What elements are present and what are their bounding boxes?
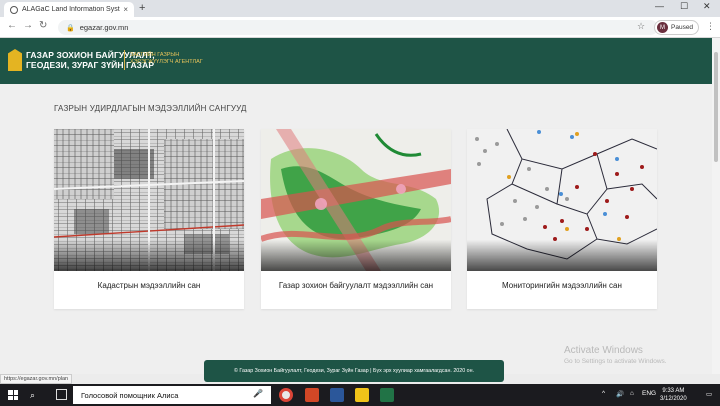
tab-title: ALAGaC Land Information Syste [22,6,121,13]
avatar: M [657,22,668,33]
bookmark-star-icon[interactable]: ☆ [637,21,645,32]
notifications-icon[interactable]: ▭ [706,390,712,398]
card-monitoring-label: Мониторингийн мэдээллийн сан [502,281,622,290]
minimize-icon[interactable]: — [655,1,664,11]
word-icon[interactable] [330,388,344,402]
back-icon[interactable]: ← [7,20,17,31]
card-land-management[interactable]: Газар зохион байгуулалт мэдээллийн сан [261,129,451,309]
file-explorer-icon[interactable] [355,388,369,402]
forward-icon[interactable]: → [23,20,33,31]
task-view-icon[interactable] [56,389,67,400]
close-window-icon[interactable]: ✕ [703,1,711,12]
main-content: ГАЗРЫН УДИРДЛАГЫН МЭДЭЭЛЛИЙН САНГУУД Кад… [0,84,712,374]
address-bar[interactable]: 🔒 egazar.gov.mn [58,20,658,35]
agency-line2: ХЭРЭГЖҮҮЛЭГЧ АГЕНТЛАГ [130,59,203,65]
volume-icon[interactable]: 🔊 [616,390,624,398]
scrollbar-thumb[interactable] [714,52,718,162]
activation-subtitle: Go to Settings to activate Windows. [564,358,667,365]
cadastre-map-image [54,129,244,271]
activation-watermark: Activate Windows Go to Settings to activ… [564,345,667,365]
address-url: egazar.gov.mn [79,23,129,32]
card-cadastre[interactable]: Кадастрын мэдээллийн сан [54,129,244,309]
taskbar-search-box[interactable]: Голосовой помощник Алиса 🎤 [73,386,271,404]
clock-date: 3/12/2020 [660,396,687,402]
monitoring-map-image [467,129,657,271]
lock-icon: 🔒 [66,24,75,32]
new-tab-button[interactable]: + [139,2,145,14]
tray-chevron-icon[interactable]: ^ [602,390,605,397]
agency-line1: ЗАСГИЙН ГАЗРЫН [130,52,180,58]
soyombo-logo-icon[interactable] [8,49,22,71]
search-icon[interactable]: ⌕ [30,390,35,401]
maximize-icon[interactable]: ☐ [680,1,688,12]
profile-button[interactable]: M Paused [654,20,700,35]
card-land-management-label: Газар зохион байгуулалт мэдээллийн сан [278,281,434,290]
site-footer: © Газар Зохион Байгуулалт, Геодези, Зура… [204,360,504,382]
profile-status: Paused [671,24,694,31]
microphone-icon[interactable]: 🎤 [253,389,263,398]
section-title: ГАЗРЫН УДИРДЛАГЫН МЭДЭЭЛЛИЙН САНГУУД [54,104,247,113]
activation-title: Activate Windows [564,345,643,356]
excel-icon[interactable] [380,388,394,402]
taskbar-search-text: Голосовой помощник Алиса [81,390,179,400]
card-cadastre-label: Кадастрын мэдээллийн сан [97,281,201,290]
taskbar-clock[interactable]: 9:33 AM 3/12/2020 [660,387,687,403]
card-monitoring[interactable]: Мониторингийн мэдээллийн сан [467,129,657,309]
more-menu-icon[interactable]: ⋮ [706,21,715,32]
reload-icon[interactable]: ↻ [39,20,47,31]
browser-tab-strip: ALAGaC Land Information Syste × + — ☐ ✕ [0,0,720,17]
clock-time: 9:33 AM [662,388,685,394]
site-header: ГАЗАР ЗОХИОН БАЙГУУЛАЛТ, ГЕОДЕЗИ, ЗУРАГ … [0,38,712,84]
page-scrollbar[interactable] [712,38,720,374]
chrome-icon[interactable] [279,388,293,402]
network-icon[interactable]: ⌂ [630,390,634,397]
browser-toolbar: ← → ↻ 🔒 egazar.gov.mn ☆ M Paused ⋮ [0,17,720,38]
land-management-map-image [261,129,451,271]
windows-taskbar: ⌕ Голосовой помощник Алиса 🎤 ^ 🔊 ⌂ ENG 9… [0,384,720,406]
powerpoint-icon[interactable] [305,388,319,402]
windows-start-icon[interactable] [8,390,18,400]
link-status-url: https://egazar.gov.mn/plan [0,374,73,384]
language-indicator[interactable]: ENG [642,390,656,397]
globe-icon [10,5,18,14]
agency-name: ЗАСГИЙН ГАЗРЫН ХЭРЭГЖҮҮЛЭГЧ АГЕНТЛАГ [130,52,203,66]
header-divider [124,50,125,70]
browser-tab[interactable]: ALAGaC Land Information Syste × [4,2,134,17]
close-tab-icon[interactable]: × [123,5,128,14]
